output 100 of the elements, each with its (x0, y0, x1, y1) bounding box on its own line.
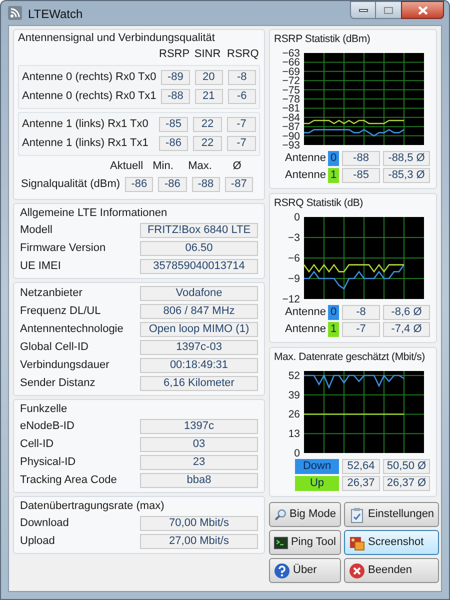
action-button[interactable]: Beenden (344, 558, 440, 583)
legend-badge: Up (295, 476, 339, 491)
legend-label: Antenne (285, 305, 326, 320)
value-field: -8 (228, 70, 256, 85)
app-icon (8, 6, 22, 20)
value-field: -87 (224, 177, 253, 192)
value-field: -86 (158, 177, 187, 192)
maximize-button[interactable] (376, 1, 401, 19)
value-field: FRITZ!Box 6840 LTE (140, 222, 258, 238)
value-field: 06.50 (140, 240, 258, 256)
row-label: Firmware Version (20, 240, 107, 256)
group-title: Max. Datenrate geschätzt (Mbit/s) (274, 350, 426, 365)
y-tick-label: −93 (282, 140, 300, 150)
y-tick-label: 0 (294, 212, 300, 224)
value-field: -7 (227, 117, 256, 132)
value-field: bba8 (140, 472, 258, 488)
column-header: RSRQ (227, 46, 256, 62)
row-label: eNodeB-ID (20, 418, 76, 434)
image-icon (349, 534, 365, 550)
group-title: RSRQ Statistik (dB) (274, 196, 364, 211)
clipboard-icon (349, 506, 365, 522)
row-label: Antenne 1 (links) Rx1 Tx1 (22, 136, 150, 152)
row-label: Tracking Area Code (20, 472, 118, 488)
action-button[interactable]: Ping Tool (269, 530, 341, 555)
action-button[interactable]: Big Mode (269, 502, 341, 527)
value-field: 70,00 Mbit/s (140, 516, 258, 530)
value-field: -7,4 Ø (383, 322, 430, 337)
row-label: Download (20, 516, 70, 531)
maximize-icon (384, 6, 393, 14)
minimize-icon (358, 8, 368, 12)
close-icon (418, 6, 428, 14)
group-title: RSRP Statistik (dBm) (274, 32, 372, 47)
value-field: 27,00 Mbit/s (140, 534, 258, 548)
row-label: Signalqualität (dBm) (21, 177, 120, 192)
action-button[interactable]: Screenshot (344, 530, 440, 555)
legend-badge: 0 (328, 151, 339, 166)
row-label: Cell-ID (20, 436, 55, 452)
value-field: 23 (140, 454, 258, 470)
y-tick-label: 39 (288, 389, 300, 402)
value-field: 20 (194, 70, 223, 85)
y-tick-label: −78 (282, 94, 300, 106)
column-header: SINR (193, 46, 222, 62)
y-tick-label: −63 (282, 48, 300, 60)
row-label: UE IMEI (20, 258, 62, 274)
minimize-button[interactable] (350, 1, 376, 19)
value-field: 1397c (140, 418, 258, 434)
legend-badge: 0 (328, 305, 339, 320)
legend-label: Antenne (285, 151, 326, 166)
row-label: Antennentechnologie (20, 322, 124, 337)
value-field: -89 (161, 70, 190, 85)
row-label: Sender Distanz (20, 376, 96, 391)
column-header: Min. (152, 158, 174, 174)
value-field: -85 (342, 168, 380, 183)
value-field: -85,3 Ø (383, 168, 430, 183)
action-button[interactable]: Über (269, 558, 341, 583)
value-field: -85 (159, 117, 188, 132)
legend-badge: 1 (328, 322, 339, 337)
row-label: Antenne 0 (rechts) Rx0 Tx0 (22, 70, 156, 86)
y-tick-label: 52 (288, 370, 300, 382)
group-title: Antennensignal und Verbindungsqualität (18, 31, 216, 46)
value-field: -88 (342, 151, 380, 166)
row-label: Modell (20, 222, 54, 238)
row-label: Antenne 0 (rechts) Rx0 Tx1 (22, 89, 156, 104)
value-field: 26,37 Ø (383, 476, 430, 491)
value-field: -8,6 Ø (383, 305, 430, 320)
legend-label: Antenne (285, 322, 326, 338)
terminal-icon (274, 536, 288, 550)
y-tick-label: −6 (288, 252, 300, 264)
row-label: Upload (20, 534, 56, 549)
y-tick-label: 26 (288, 408, 300, 421)
value-field: -86 (159, 136, 188, 151)
value-field: Vodafone (140, 286, 258, 300)
y-tick-label: −3 (288, 232, 300, 244)
close-icon (349, 562, 365, 578)
legend-badge: 1 (328, 168, 339, 183)
column-header: Ø (232, 158, 242, 174)
action-button[interactable]: Einstellungen (344, 502, 440, 527)
y-tick-label: 0 (294, 448, 300, 458)
close-button[interactable] (401, 1, 444, 19)
group-title: Allgemeine LTE Informationen (20, 206, 168, 221)
value-field: 22 (193, 136, 222, 151)
row-label: Antenne 1 (links) Rx1 Tx0 (22, 117, 150, 132)
window-title: LTEWatch (28, 6, 83, 23)
value-field: 00:18:49:31 (140, 358, 258, 372)
value-field: 6,16 Kilometer (140, 376, 258, 390)
value-field: 21 (194, 89, 223, 104)
value-field: Open loop MIMO (1) (140, 322, 258, 336)
row-label: Physical-ID (20, 454, 77, 470)
value-field: 1397c-03 (140, 340, 258, 354)
value-field: 806 / 847 MHz (140, 304, 258, 318)
group-title: Funkzelle (20, 402, 68, 417)
value-field: 03 (140, 436, 258, 452)
search-icon (274, 506, 287, 522)
value-field: 22 (193, 117, 222, 132)
legend-label: Antenne (285, 168, 326, 184)
y-tick-label: −9 (288, 273, 300, 285)
value-field: -88,5 Ø (383, 151, 430, 166)
row-label: Netzanbieter (20, 286, 84, 301)
value-field: 357859040013714 (140, 258, 258, 274)
row-label: Global Cell-ID (20, 340, 90, 355)
